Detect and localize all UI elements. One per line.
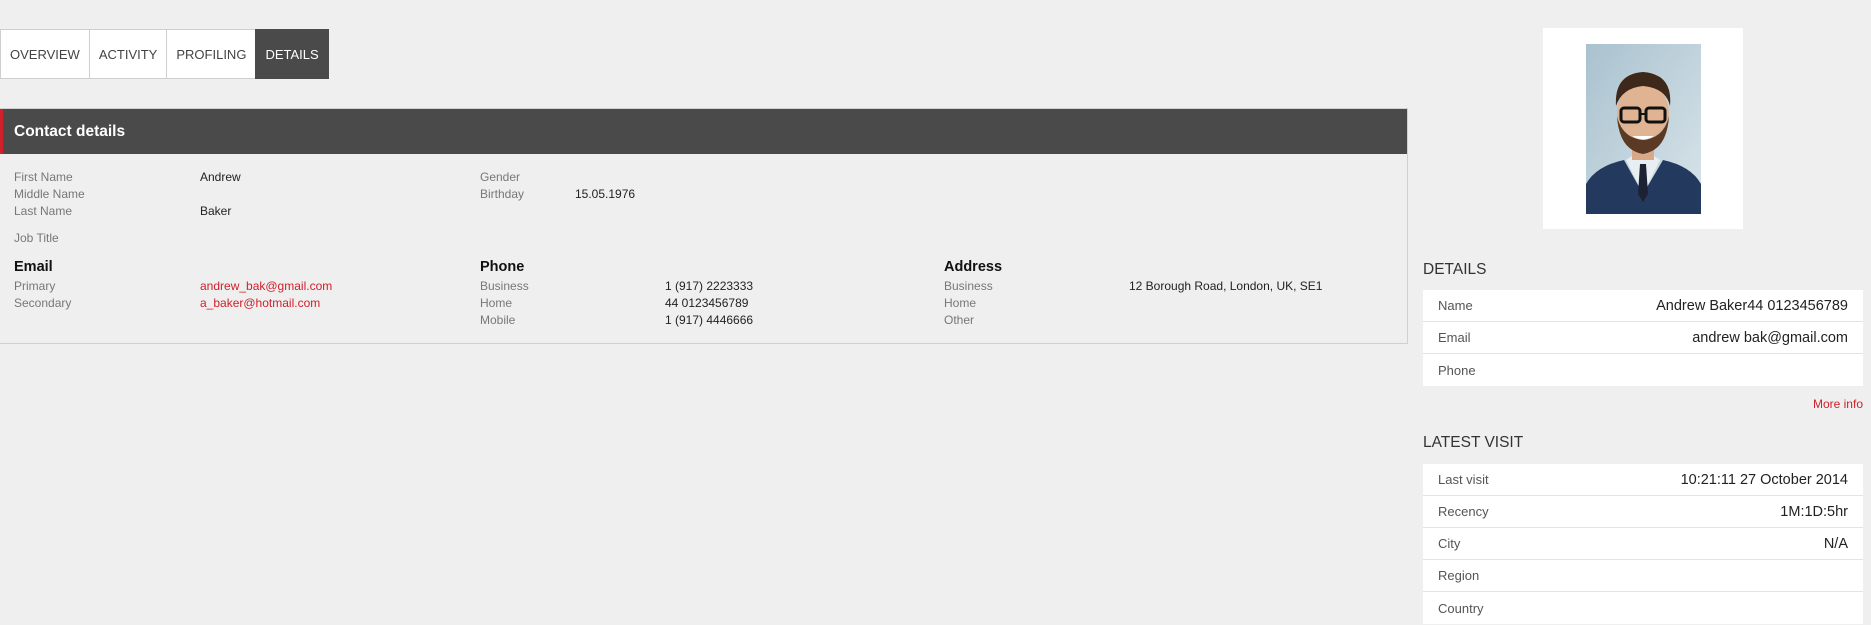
phone-home-label: Home [480, 296, 513, 310]
details-phone-label: Phone [1438, 362, 1476, 378]
details-row-phone: Phone [1423, 354, 1863, 386]
contact-details-panel: Contact details First Name Andrew Middle… [0, 108, 1408, 344]
birthday-value: 15.05.1976 [575, 187, 636, 201]
email-primary-link[interactable]: andrew_bak@gmail.com [200, 279, 332, 293]
address-other-label: Other [944, 313, 975, 327]
details-email-value: andrew bak@gmail.com [1692, 329, 1848, 346]
tab-profiling[interactable]: PROFILING [166, 29, 256, 79]
contact-profile-page: OVERVIEW ACTIVITY PROFILING DETAILS Cont… [0, 0, 1871, 625]
gender-label: Gender [480, 170, 521, 184]
visit-row-recency: Recency 1M:1D:5hr [1423, 496, 1863, 528]
details-email-label: Email [1438, 330, 1471, 345]
phone-business-label: Business [480, 279, 529, 293]
visit-row-city: City N/A [1423, 528, 1863, 560]
first-name-value: Andrew [200, 170, 241, 184]
details-card: Name Andrew Baker44 0123456789 Email and… [1423, 290, 1863, 386]
visit-region-label: Region [1438, 568, 1480, 583]
details-section-title: DETAILS [1423, 261, 1487, 278]
details-row-name: Name Andrew Baker44 0123456789 [1423, 290, 1863, 322]
profile-photo-frame [1543, 28, 1743, 229]
tab-overview[interactable]: OVERVIEW [0, 29, 89, 79]
visit-last-visit-label: Last visit [1438, 472, 1489, 487]
phone-heading: Phone [480, 259, 525, 275]
tab-bar: OVERVIEW ACTIVITY PROFILING DETAILS [0, 29, 329, 79]
latest-visit-card: Last visit 10:21:11 27 October 2014 Rece… [1423, 464, 1863, 624]
panel-title: Contact details [0, 109, 1407, 154]
visit-row-country: Country [1423, 592, 1863, 624]
phone-mobile-value: 1 (917) 4446666 [665, 313, 754, 327]
tab-activity[interactable]: ACTIVITY [88, 29, 167, 79]
email-heading: Email [14, 259, 53, 275]
details-name-label: Name [1438, 298, 1473, 313]
phone-business-value: 1 (917) 2223333 [665, 279, 754, 293]
last-name-label: Last Name [14, 204, 73, 218]
phone-home-value: 44 0123456789 [665, 296, 749, 310]
profile-photo [1586, 44, 1701, 214]
visit-recency-label: Recency [1438, 504, 1489, 519]
visit-row-last-visit: Last visit 10:21:11 27 October 2014 [1423, 464, 1863, 496]
more-info-link[interactable]: More info [1813, 397, 1863, 411]
latest-visit-section-title: LATEST VISIT [1423, 434, 1524, 451]
middle-name-label: Middle Name [14, 187, 85, 201]
address-business-value: 12 Borough Road, London, UK, SE1 [1129, 279, 1323, 293]
address-business-label: Business [944, 279, 993, 293]
birthday-label: Birthday [480, 187, 525, 201]
last-name-value: Baker [200, 204, 232, 218]
details-row-email: Email andrew bak@gmail.com [1423, 322, 1863, 354]
address-home-label: Home [944, 296, 977, 310]
visit-city-label: City [1438, 536, 1461, 551]
details-name-value: Andrew Baker44 0123456789 [1656, 297, 1848, 314]
email-secondary-label: Secondary [14, 296, 72, 310]
job-title-label: Job Title [14, 231, 59, 245]
email-primary-label: Primary [14, 279, 56, 293]
visit-city-value: N/A [1823, 535, 1848, 552]
tab-details[interactable]: DETAILS [255, 29, 329, 79]
visit-recency-value: 1M:1D:5hr [1780, 503, 1848, 520]
first-name-label: First Name [14, 170, 73, 184]
address-heading: Address [944, 259, 1003, 275]
email-secondary-link[interactable]: a_baker@hotmail.com [200, 296, 320, 310]
visit-country-label: Country [1438, 600, 1484, 616]
visit-last-visit-value: 10:21:11 27 October 2014 [1680, 471, 1848, 488]
visit-row-region: Region [1423, 560, 1863, 592]
phone-mobile-label: Mobile [480, 313, 516, 327]
